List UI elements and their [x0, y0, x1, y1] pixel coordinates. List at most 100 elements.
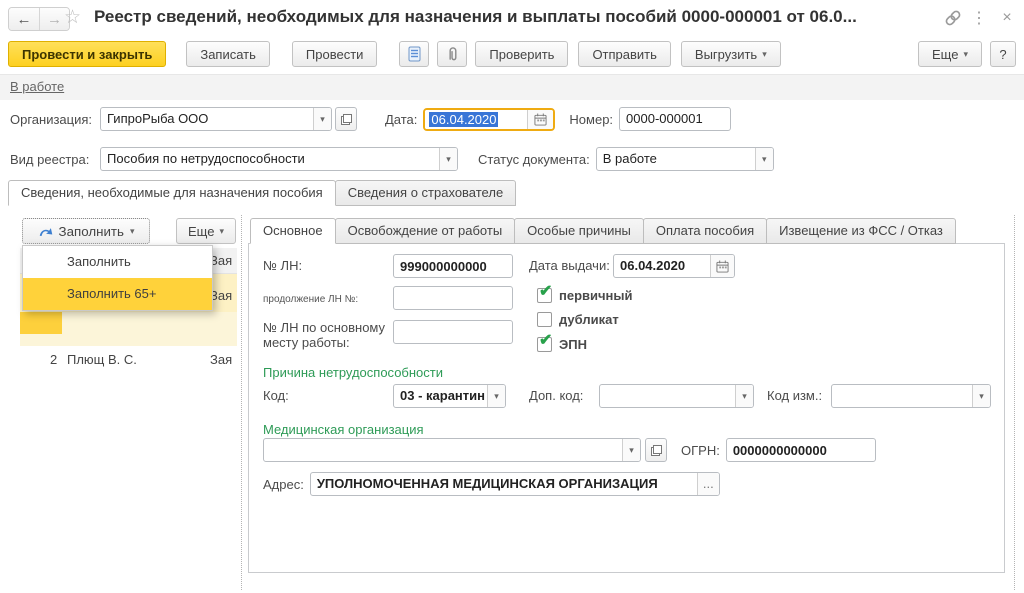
registry-kind-combo[interactable]: Пособия по нетрудоспособности ▾	[100, 147, 458, 171]
tab-special-reasons[interactable]: Особые причины	[514, 218, 644, 244]
ogrn-field[interactable]	[726, 438, 876, 462]
duplicate-checkbox[interactable]: дубликат	[537, 312, 619, 327]
fill-refresh-icon	[38, 225, 53, 238]
send-button[interactable]: Отправить	[578, 41, 670, 67]
post-button[interactable]: Провести	[292, 41, 378, 67]
table-row-selected-continued[interactable]	[20, 312, 237, 346]
document-state-link[interactable]: В работе	[10, 79, 64, 94]
get-link-button[interactable]	[942, 8, 964, 28]
check-button[interactable]: Проверить	[475, 41, 568, 67]
address-row: Адрес: УПОЛНОМОЧЕННАЯ МЕДИЦИНСКАЯ ОРГАНИ…	[263, 472, 720, 496]
doc-header-row-1: Организация: ГипроРыба ООО ▾ Дата: 06.04…	[10, 106, 731, 132]
chevron-down-icon[interactable]: ▾	[487, 385, 505, 407]
attachments-button[interactable]	[437, 41, 467, 67]
help-button[interactable]: ?	[990, 41, 1016, 67]
registry-kind-label: Вид реестра:	[10, 152, 100, 167]
chevron-down-icon[interactable]: ▾	[735, 385, 753, 407]
ln-number-label: № ЛН:	[263, 258, 302, 273]
checkbox-box[interactable]	[537, 312, 552, 327]
chevron-down-icon: ▾	[963, 49, 968, 60]
primary-checkbox[interactable]: ✔ первичный	[537, 288, 633, 303]
checkbox-box[interactable]: ✔	[537, 337, 552, 352]
registry-kind-value: Пособия по нетрудоспособности	[101, 148, 439, 170]
row2-name: Плющ В. С.	[67, 352, 137, 367]
date-calendar-button[interactable]	[527, 110, 553, 129]
add-code-combo[interactable]: ▾	[599, 384, 754, 408]
menu-item-fill-65[interactable]: Заполнить 65+	[23, 278, 212, 310]
chevron-down-icon[interactable]: ▾	[313, 108, 331, 130]
fill-button[interactable]: Заполнить ▾	[22, 218, 150, 244]
continuation-ln-field[interactable]	[393, 286, 513, 310]
close-button[interactable]: ×	[996, 8, 1018, 28]
chevron-down-icon[interactable]: ▾	[755, 148, 773, 170]
chevron-down-icon[interactable]: ▾	[972, 385, 990, 407]
tab-work-release[interactable]: Освобождение от работы	[335, 218, 516, 244]
window-titlebar: ← → ☆ Реестр сведений, необходимых для н…	[0, 0, 1024, 36]
chevron-down-icon: ▾	[130, 226, 135, 237]
chevron-down-icon[interactable]: ▾	[622, 439, 640, 461]
ogrn-label: ОГРН:	[681, 443, 720, 458]
continuation-ln-label: продолжение ЛН №:	[263, 294, 358, 305]
number-label: Номер:	[569, 112, 613, 127]
row2-number: 2	[50, 352, 57, 367]
add-code-label: Доп. код:	[529, 388, 583, 403]
cause-section-header: Причина нетрудоспособности	[263, 365, 443, 380]
medorg-section-header: Медицинская организация	[263, 422, 424, 437]
tab-main[interactable]: Основное	[250, 218, 336, 244]
write-label: Записать	[200, 47, 256, 62]
detail-tabstrip: Основное Освобождение от работы Особые п…	[250, 218, 955, 244]
issue-date-field[interactable]: 06.04.2020	[613, 254, 735, 278]
more-menu-button[interactable]: ⋮	[968, 8, 990, 28]
primary-checkbox-label: первичный	[559, 288, 633, 303]
fill-button-label: Заполнить	[59, 224, 124, 239]
write-button[interactable]: Записать	[186, 41, 270, 67]
code-combo[interactable]: 03 - карантин ▾	[393, 384, 506, 408]
tab-insurer-info-label: Сведения о страхователе	[348, 185, 503, 200]
help-icon: ?	[999, 47, 1006, 62]
ln-number-field[interactable]	[393, 254, 513, 278]
issue-date-calendar-button[interactable]	[710, 255, 734, 277]
main-ln-field[interactable]	[393, 320, 513, 344]
doc-status-combo[interactable]: В работе ▾	[596, 147, 774, 171]
show-register-button[interactable]	[399, 41, 429, 67]
calendar-icon	[534, 113, 547, 126]
number-field[interactable]: 0000-000001	[619, 107, 731, 131]
tab-insurer-info[interactable]: Сведения о страхователе	[335, 180, 516, 206]
employees-more-button[interactable]: Еще ▾	[176, 218, 236, 244]
epn-checkbox[interactable]: ✔ ЭПН	[537, 337, 587, 352]
date-field-focused[interactable]: 06.04.2020	[423, 108, 555, 131]
back-button[interactable]: ←	[9, 8, 39, 30]
history-nav: ← →	[8, 7, 70, 31]
address-field[interactable]: УПОЛНОМОЧЕННАЯ МЕДИЦИНСКАЯ ОРГАНИЗАЦИЯ .…	[310, 472, 720, 496]
medorg-open-button[interactable]	[645, 438, 667, 462]
address-ellipsis-button[interactable]: ...	[697, 473, 719, 495]
more-actions-button[interactable]: Еще▾	[918, 41, 982, 67]
window-title: Реестр сведений, необходимых для назначе…	[94, 7, 924, 27]
right-splitter[interactable]	[1014, 215, 1015, 590]
send-label: Отправить	[592, 47, 656, 62]
export-button[interactable]: Выгрузить▾	[681, 41, 781, 67]
current-cell-highlight[interactable]	[20, 312, 62, 334]
panel-splitter[interactable]	[241, 215, 242, 590]
row1-col-value: Зая	[210, 288, 232, 303]
add-code-value	[600, 385, 735, 407]
table-row[interactable]: 2 Плющ В. С. Зая	[20, 346, 237, 374]
open-icon	[341, 114, 352, 125]
tab-benefit-payment-label: Оплата пособия	[656, 223, 754, 238]
status-band: В работе	[0, 74, 1024, 100]
medorg-row: ▾ ОГРН:	[263, 438, 876, 462]
favorite-star-icon[interactable]: ☆	[64, 6, 81, 29]
organization-combo[interactable]: ГипроРыба ООО ▾	[100, 107, 332, 131]
mod-code-combo[interactable]: ▾	[831, 384, 991, 408]
tab-work-release-label: Освобождение от работы	[348, 223, 503, 238]
chevron-down-icon[interactable]: ▾	[439, 148, 457, 170]
medorg-combo[interactable]: ▾	[263, 438, 641, 462]
tab-benefit-info[interactable]: Сведения, необходимые для назначения пос…	[8, 180, 336, 206]
post-and-close-button[interactable]: Провести и закрыть	[8, 41, 166, 67]
organization-open-button[interactable]	[335, 107, 357, 131]
tab-benefit-payment[interactable]: Оплата пособия	[643, 218, 767, 244]
tab-fss-notice[interactable]: Извещение из ФСС / Отказ	[766, 218, 956, 244]
menu-item-fill[interactable]: Заполнить	[23, 246, 212, 278]
checkbox-box[interactable]: ✔	[537, 288, 552, 303]
organization-label: Организация:	[10, 112, 100, 127]
